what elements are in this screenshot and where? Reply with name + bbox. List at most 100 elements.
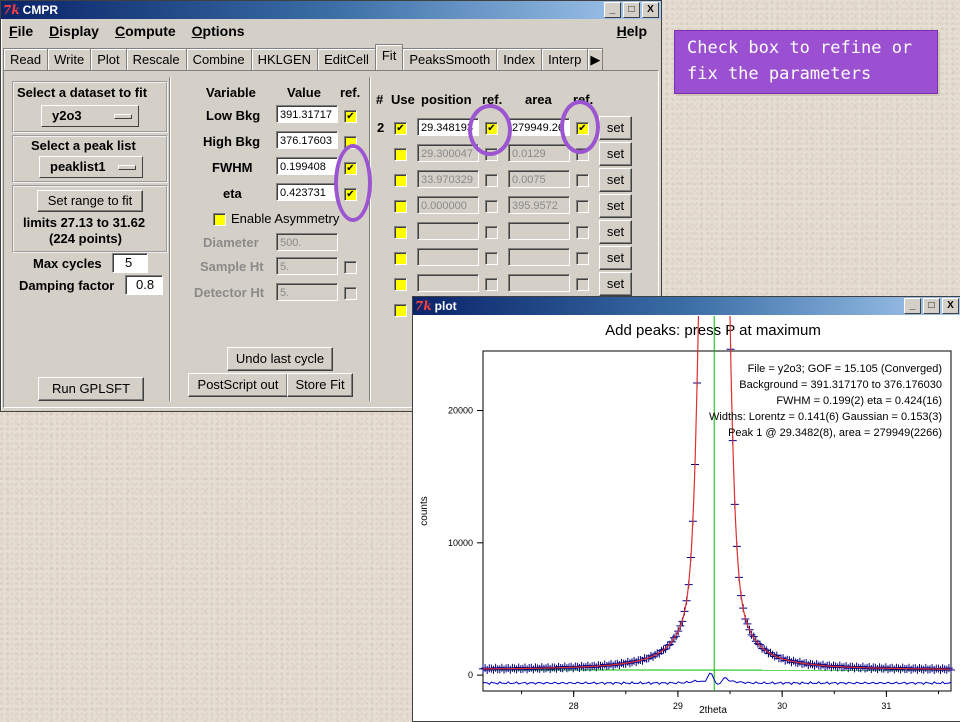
- dataset-select[interactable]: y2o3: [41, 105, 139, 127]
- tab-plot[interactable]: Plot: [90, 48, 126, 70]
- damping-factor-input[interactable]: 0.8: [125, 275, 163, 295]
- postscript-out-button[interactable]: PostScript out: [188, 373, 288, 397]
- plot-titlebar[interactable]: 7k plot _ □ X: [413, 297, 960, 315]
- peaklist-select[interactable]: peaklist1: [39, 156, 143, 178]
- peak-area-ref-checkbox[interactable]: [576, 200, 589, 213]
- tab-rescale[interactable]: Rescale: [126, 48, 187, 70]
- peak-use-checkbox[interactable]: [394, 252, 407, 265]
- peak-set-button[interactable]: set: [599, 220, 632, 244]
- separator: [169, 77, 171, 401]
- peak-position-ref-checkbox[interactable]: [485, 200, 498, 213]
- low-bkg-input[interactable]: 391.31717: [276, 105, 338, 123]
- peak-position-input[interactable]: 0.000000: [417, 196, 479, 214]
- peak-set-button[interactable]: set: [599, 272, 632, 296]
- peak-position-ref-checkbox[interactable]: [485, 252, 498, 265]
- dataset-label: Select a dataset to fit: [17, 85, 147, 100]
- sample-ht-ref-checkbox[interactable]: [344, 261, 357, 274]
- enable-asymmetry-label: Enable Asymmetry: [231, 211, 339, 226]
- tab-bar: Read Write Plot Rescale Combine HKLGEN E…: [3, 48, 602, 70]
- observed-point: [947, 666, 955, 674]
- low-bkg-ref-checkbox[interactable]: ✔: [344, 110, 357, 123]
- observed-point: [819, 661, 827, 669]
- peak-set-button[interactable]: set: [599, 142, 632, 166]
- maximize-button[interactable]: □: [623, 2, 640, 18]
- detector-ht-ref-checkbox[interactable]: [344, 287, 357, 300]
- peak-area-input[interactable]: 395.9572: [508, 196, 570, 214]
- peak-set-button[interactable]: set: [599, 116, 632, 140]
- menu-help[interactable]: Help: [609, 20, 655, 42]
- peak-set-button[interactable]: set: [599, 194, 632, 218]
- close-button[interactable]: X: [942, 298, 959, 314]
- run-gplsft-button[interactable]: Run GPLSFT: [38, 377, 144, 401]
- peak-area-ref-checkbox[interactable]: [576, 174, 589, 187]
- tab-hklgen[interactable]: HKLGEN: [251, 48, 318, 70]
- high-bkg-label: High Bkg: [203, 134, 260, 149]
- sample-ht-input[interactable]: 5.: [276, 257, 338, 275]
- points-text: (224 points): [49, 231, 122, 246]
- peak-use-checkbox[interactable]: ✔: [394, 122, 407, 135]
- peak-set-button[interactable]: set: [599, 168, 632, 192]
- peak-position-ref-checkbox[interactable]: [485, 278, 498, 291]
- diameter-label: Diameter: [203, 235, 259, 250]
- tab-peakssmooth[interactable]: PeaksSmooth: [402, 48, 497, 70]
- menu-compute[interactable]: Compute: [107, 20, 184, 42]
- x-tick-label: 30: [777, 701, 787, 711]
- peak-area-input[interactable]: 0.0129: [508, 144, 570, 162]
- peak-use-checkbox[interactable]: [394, 200, 407, 213]
- peak-area-input[interactable]: [508, 248, 570, 266]
- peak-position-input[interactable]: 29.300047: [417, 144, 479, 162]
- tab-read[interactable]: Read: [3, 48, 48, 70]
- peak-position-input[interactable]: [417, 222, 479, 240]
- peak-position-input[interactable]: 33.970329: [417, 170, 479, 188]
- close-button[interactable]: X: [642, 2, 659, 18]
- peak-area-input[interactable]: [508, 274, 570, 292]
- peak-area-ref-checkbox[interactable]: [576, 226, 589, 239]
- enable-asymmetry-checkbox[interactable]: [213, 213, 226, 226]
- peaklist-label: Select a peak list: [31, 138, 136, 153]
- detector-ht-input[interactable]: 5.: [276, 283, 338, 301]
- peak-use-checkbox[interactable]: [394, 304, 407, 317]
- y-axis-label: counts: [419, 496, 430, 525]
- tab-scroll-right-icon[interactable]: ▶: [587, 48, 603, 70]
- set-range-button[interactable]: Set range to fit: [37, 190, 143, 212]
- cmpr-title: CMPR: [23, 3, 58, 17]
- y-tick-label: 20000: [448, 406, 473, 416]
- diameter-input[interactable]: 500.: [276, 233, 338, 251]
- peak-area-input[interactable]: 0.0075: [508, 170, 570, 188]
- peak-position-ref-checkbox[interactable]: [485, 174, 498, 187]
- plot-window: 7k plot _ □ X Add peaks: press P at maxi…: [412, 296, 960, 722]
- tab-write[interactable]: Write: [47, 48, 91, 70]
- undo-last-cycle-button[interactable]: Undo last cycle: [227, 347, 333, 371]
- maximize-button[interactable]: □: [923, 298, 940, 314]
- tab-editcell[interactable]: EditCell: [317, 48, 376, 70]
- tab-combine[interactable]: Combine: [186, 48, 252, 70]
- peak-use-checkbox[interactable]: [394, 148, 407, 161]
- peak-use-checkbox[interactable]: [394, 174, 407, 187]
- minimize-button[interactable]: _: [904, 298, 921, 314]
- menu-display[interactable]: Display: [41, 20, 107, 42]
- peak-use-checkbox[interactable]: [394, 278, 407, 291]
- cmpr-titlebar[interactable]: 7k CMPR _ □ X: [1, 1, 661, 19]
- max-cycles-input[interactable]: 5: [112, 253, 148, 273]
- peak-area-ref-checkbox[interactable]: [576, 252, 589, 265]
- fit-plot[interactable]: Add peaks: press P at maximum counts 2th…: [413, 316, 959, 720]
- observed-point: [615, 661, 623, 669]
- menu-file[interactable]: File: [1, 20, 41, 42]
- x-tick-label: 28: [569, 701, 579, 711]
- tab-fit[interactable]: Fit: [375, 44, 403, 70]
- minimize-button[interactable]: _: [604, 2, 621, 18]
- menu-options[interactable]: Options: [184, 20, 253, 42]
- peak-area-input[interactable]: [508, 222, 570, 240]
- tab-interp[interactable]: Interp: [541, 48, 588, 70]
- peak-use-checkbox[interactable]: [394, 226, 407, 239]
- tab-index[interactable]: Index: [496, 48, 542, 70]
- eta-input[interactable]: 0.423731: [276, 183, 338, 201]
- store-fit-button[interactable]: Store Fit: [287, 373, 353, 397]
- peak-set-button[interactable]: set: [599, 246, 632, 270]
- peak-area-ref-checkbox[interactable]: [576, 278, 589, 291]
- peak-position-ref-checkbox[interactable]: [485, 226, 498, 239]
- fwhm-input[interactable]: 0.199408: [276, 157, 338, 175]
- peak-position-input[interactable]: [417, 248, 479, 266]
- peak-position-input[interactable]: [417, 274, 479, 292]
- high-bkg-input[interactable]: 376.17603: [276, 131, 338, 149]
